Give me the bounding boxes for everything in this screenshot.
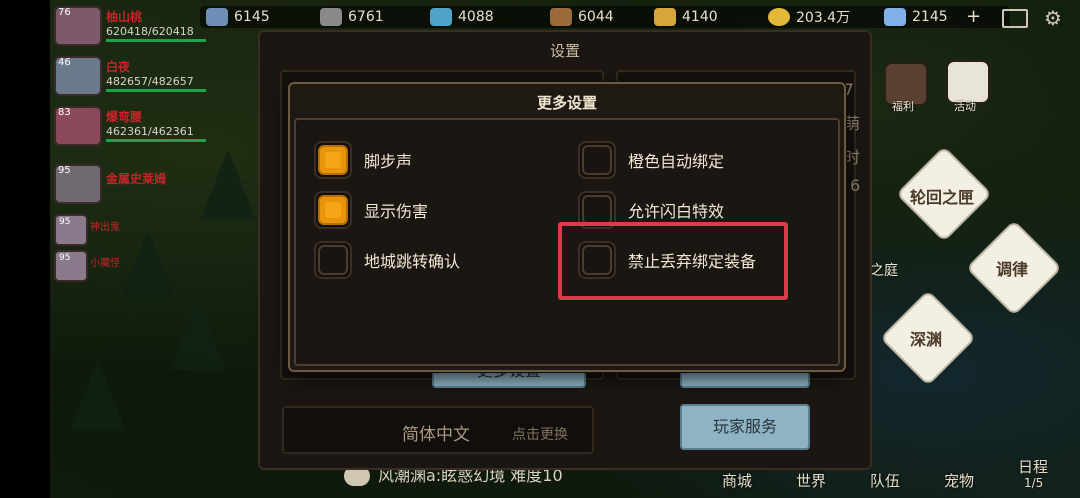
resource-stone[interactable]: 6761 — [320, 4, 384, 30]
language-value: 简体中文 — [402, 425, 470, 445]
mail-icon[interactable] — [1002, 9, 1028, 28]
hp-bar — [106, 39, 206, 42]
option-label: 允许闪白特效 — [628, 202, 725, 221]
checkbox-dungeon-jump-confirm[interactable] — [318, 245, 348, 275]
checkbox-show-damage[interactable] — [318, 195, 348, 225]
resource-value: 6044 — [578, 9, 614, 25]
peek-text: 时 — [844, 148, 861, 167]
settings-title: 设置 — [549, 42, 580, 60]
party-member[interactable]: 95 金属史莱姆 — [54, 164, 224, 204]
party-member[interactable]: 76 柚山桃 620418/620418 — [54, 6, 224, 46]
option-label: 地城跳转确认 — [364, 252, 461, 271]
hp-bar — [106, 139, 206, 142]
resource-value: 4088 — [458, 9, 494, 25]
wood-icon — [550, 8, 572, 26]
checkbox-allow-flash-effect[interactable] — [582, 195, 612, 225]
resource-gold[interactable]: 203.4万 — [768, 4, 850, 30]
resource-ore[interactable]: 4088 — [430, 4, 494, 30]
nav-team[interactable]: 队伍 — [870, 470, 900, 491]
party-mini-member[interactable]: 95 — [54, 214, 88, 246]
member-name: 金属史莱姆 — [106, 172, 167, 186]
member-name: 白夜 — [106, 60, 131, 74]
player-service-button[interactable]: 玩家服务 — [680, 404, 810, 450]
checkbox-frame — [314, 191, 352, 229]
welfare-label: 福利 — [892, 100, 914, 113]
language-change-hint[interactable]: 点击更换 — [512, 424, 568, 444]
resource-value: 2145 — [912, 9, 948, 25]
highlight-box — [558, 222, 788, 300]
option-label: 橙色自动绑定 — [628, 152, 725, 171]
gold-coin-icon — [768, 8, 790, 26]
checkbox-orange-auto-bind[interactable] — [582, 145, 612, 175]
ore-icon — [430, 8, 452, 26]
member-name: 小魔怪 — [90, 258, 120, 269]
resource-list: 6145 6761 4088 6044 4140 203.4万 2145 — [200, 4, 1070, 30]
dialog-header: 更多设置 — [290, 84, 844, 118]
checkbox-footsteps[interactable] — [318, 145, 348, 175]
left-black-bar — [0, 0, 50, 498]
wheat-icon — [654, 8, 676, 26]
party-member[interactable]: 83 爆弯腰 462361/462361 — [54, 106, 224, 146]
garden-label[interactable]: 之庭 — [870, 260, 898, 280]
peek-text: 萌 — [844, 114, 861, 133]
add-diamond-button[interactable]: + — [966, 6, 981, 28]
member-level: 83 — [58, 107, 71, 118]
nav-schedule[interactable]: 日程 — [1018, 456, 1048, 477]
checkbox-frame — [314, 141, 352, 179]
member-name: 爆弯腰 — [106, 110, 143, 124]
nav-shop[interactable]: 商城 — [722, 470, 752, 491]
resource-diamond[interactable]: 2145 — [884, 4, 948, 30]
member-name: 神出鬼 — [90, 222, 120, 233]
stone-icon — [320, 8, 342, 26]
option-show-damage[interactable]: 显示伤害 — [314, 191, 429, 229]
checkbox-frame — [578, 141, 616, 179]
option-footsteps[interactable]: 脚步声 — [314, 141, 413, 179]
nav-world[interactable]: 世界 — [796, 470, 826, 491]
member-name: 柚山桃 — [106, 10, 143, 24]
option-label: 显示伤害 — [364, 202, 429, 221]
schedule-page: 1/5 — [1024, 476, 1044, 490]
member-level: 95 — [58, 165, 71, 176]
abyss-label: 深渊 — [909, 330, 942, 349]
tuning-label: 调律 — [995, 260, 1028, 279]
member-level: 46 — [58, 57, 71, 68]
gear-icon[interactable]: ⚙ — [1044, 6, 1062, 30]
party-mini-member[interactable]: 95 — [54, 250, 88, 282]
hp-bar — [106, 89, 206, 92]
option-dungeon-jump-confirm[interactable]: 地城跳转确认 — [314, 241, 461, 279]
party-member[interactable]: 46 白夜 482657/482657 — [54, 56, 224, 96]
option-label: 脚步声 — [364, 152, 413, 171]
diamond-icon — [884, 8, 906, 26]
member-hp: 482657/482657 — [106, 75, 194, 88]
dialog-title: 更多设置 — [536, 94, 597, 112]
checkbox-frame — [314, 241, 352, 279]
resource-value: 6761 — [348, 9, 384, 25]
peek-text: 6 — [850, 176, 861, 195]
resource-wheat[interactable]: 4140 — [654, 4, 718, 30]
member-hp: 620418/620418 — [106, 25, 194, 38]
member-level: 95 — [59, 217, 71, 227]
resource-value: 4140 — [682, 9, 718, 25]
nav-pet[interactable]: 宠物 — [944, 470, 974, 491]
resource-wood[interactable]: 6044 — [550, 4, 614, 30]
member-level: 95 — [59, 253, 71, 263]
resource-value: 203.4万 — [796, 10, 851, 26]
option-orange-auto-bind[interactable]: 橙色自动绑定 — [578, 141, 725, 179]
member-level: 76 — [58, 7, 71, 18]
resource-value: 6145 — [234, 9, 270, 25]
member-hp: 462361/462361 — [106, 125, 194, 138]
samsara-label: 轮回之匣 — [909, 188, 974, 207]
activity-label: 活动 — [954, 100, 976, 113]
